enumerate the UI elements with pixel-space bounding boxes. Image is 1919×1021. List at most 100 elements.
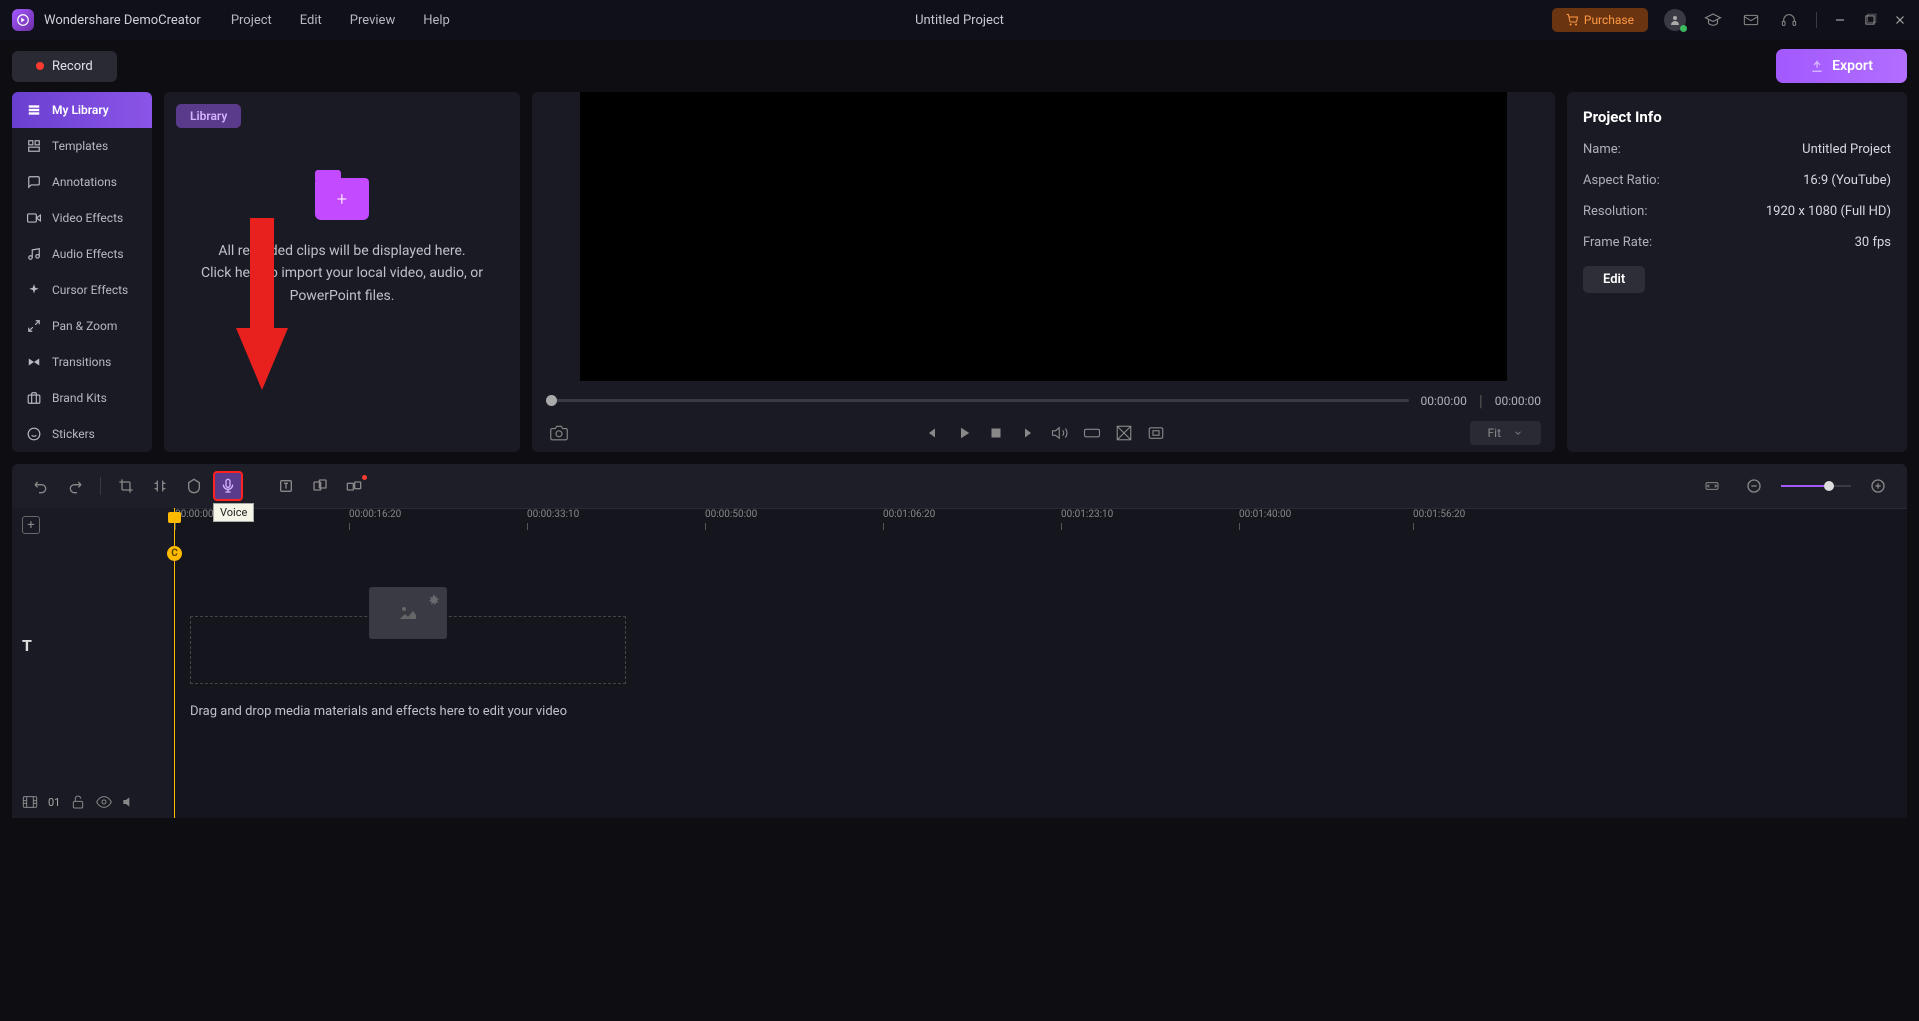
sidebar-brand-kits[interactable]: Brand Kits — [12, 380, 152, 416]
toolbar: Record Export — [0, 40, 1919, 92]
video-effects-icon — [26, 210, 42, 226]
group-button[interactable] — [305, 471, 335, 501]
preview-video[interactable] — [580, 92, 1507, 381]
redo-button[interactable] — [60, 471, 90, 501]
minimize-icon[interactable] — [1833, 13, 1847, 27]
volume-icon[interactable] — [1051, 424, 1069, 442]
transitions-icon — [26, 354, 42, 370]
prev-frame-icon[interactable] — [923, 424, 941, 442]
undo-button[interactable] — [26, 471, 56, 501]
drop-zone[interactable]: Drag and drop media materials and effect… — [190, 616, 1889, 719]
sidebar: My Library Templates Annotations Video E… — [12, 92, 152, 452]
add-track-button[interactable]: + — [22, 516, 40, 534]
fit-timeline-button[interactable] — [1697, 471, 1727, 501]
maximize-icon[interactable] — [1863, 13, 1877, 27]
marker-button[interactable] — [179, 471, 209, 501]
timeline-toolbar: Voice — [12, 464, 1907, 508]
chevron-down-icon — [1513, 428, 1523, 438]
annotation-arrow — [236, 218, 288, 390]
close-icon[interactable] — [1893, 13, 1907, 27]
play-icon[interactable] — [955, 424, 973, 442]
academy-icon[interactable] — [1702, 9, 1724, 31]
library-tag[interactable]: Library — [176, 104, 241, 128]
templates-icon — [26, 138, 42, 154]
playhead[interactable]: C — [174, 508, 175, 818]
film-icon[interactable] — [22, 794, 38, 810]
preview-panel: 00:00:00 | 00:00:00 Fit — [532, 92, 1555, 452]
ungroup-button[interactable] — [339, 471, 369, 501]
visibility-icon[interactable] — [96, 794, 112, 810]
snapshot-icon[interactable] — [550, 424, 568, 442]
edit-button[interactable]: Edit — [1583, 266, 1645, 293]
timeline-area: + T 01 C 00:00:00:00 00:00:16:20 00:00:3… — [12, 508, 1907, 818]
drop-hint: Drag and drop media materials and effect… — [190, 704, 1889, 719]
next-frame-icon[interactable] — [1019, 424, 1037, 442]
fullscreen-icon[interactable] — [1147, 424, 1165, 442]
sidebar-my-library[interactable]: My Library — [12, 92, 152, 128]
mute-icon[interactable] — [122, 794, 138, 810]
timeline-track-header: + T 01 — [12, 508, 172, 818]
sidebar-cursor-effects[interactable]: Cursor Effects — [12, 272, 152, 308]
split-button[interactable] — [145, 471, 175, 501]
export-button[interactable]: Export — [1776, 49, 1907, 83]
sidebar-video-effects[interactable]: Video Effects — [12, 200, 152, 236]
zoom-out-button[interactable] — [1739, 471, 1769, 501]
menu-help[interactable]: Help — [423, 13, 450, 28]
project-title: Untitled Project — [915, 13, 1004, 28]
sidebar-transitions[interactable]: Transitions — [12, 344, 152, 380]
library-hint-1: All recorded clips will be displayed her… — [176, 240, 508, 262]
sidebar-stickers[interactable]: Stickers — [12, 416, 152, 452]
export-icon — [1810, 59, 1824, 73]
stop-icon[interactable] — [987, 424, 1005, 442]
cart-icon — [1566, 14, 1578, 26]
sidebar-templates[interactable]: Templates — [12, 128, 152, 164]
text-button[interactable] — [271, 471, 301, 501]
notification-dot — [362, 475, 367, 480]
preview-slider[interactable]: 00:00:00 | 00:00:00 — [546, 391, 1541, 410]
menu-project[interactable]: Project — [231, 13, 272, 28]
time-total: 00:00:00 — [1495, 394, 1541, 408]
voice-tooltip: Voice — [213, 503, 254, 522]
app-logo — [12, 9, 34, 31]
quality-icon[interactable] — [1083, 424, 1101, 442]
menu-bar: Project Edit Preview Help — [231, 13, 450, 28]
crop-button[interactable] — [111, 471, 141, 501]
library-hint-2: Click here to import your local video, a… — [176, 262, 508, 307]
library-icon — [26, 102, 42, 118]
user-icon — [1669, 14, 1681, 26]
sidebar-pan-zoom[interactable]: Pan & Zoom — [12, 308, 152, 344]
user-avatar[interactable] — [1664, 9, 1686, 31]
headset-icon[interactable] — [1778, 9, 1800, 31]
app-name: Wondershare DemoCreator — [44, 13, 201, 28]
media-thumb-icon — [369, 587, 447, 639]
track-count: 01 — [48, 796, 60, 809]
sidebar-audio-effects[interactable]: Audio Effects — [12, 236, 152, 272]
purchase-button[interactable]: Purchase — [1552, 8, 1648, 32]
stickers-icon — [26, 426, 42, 442]
time-current: 00:00:00 — [1421, 394, 1467, 408]
menu-edit[interactable]: Edit — [300, 13, 322, 28]
mail-icon[interactable] — [1740, 9, 1762, 31]
grid-icon[interactable] — [1115, 424, 1133, 442]
sidebar-annotations[interactable]: Annotations — [12, 164, 152, 200]
zoom-slider[interactable] — [1781, 485, 1851, 487]
menu-preview[interactable]: Preview — [350, 13, 395, 28]
zoom-in-button[interactable] — [1863, 471, 1893, 501]
annotations-icon — [26, 174, 42, 190]
brand-kits-icon — [26, 390, 42, 406]
text-track-icon[interactable]: T — [12, 628, 172, 663]
title-bar: Wondershare DemoCreator Project Edit Pre… — [0, 0, 1919, 40]
pan-zoom-icon — [26, 318, 42, 334]
lock-icon[interactable] — [70, 794, 86, 810]
info-panel: Project Info Name:Untitled Project Aspec… — [1567, 92, 1907, 452]
audio-effects-icon — [26, 246, 42, 262]
voice-button[interactable]: Voice — [213, 471, 243, 501]
import-folder-icon[interactable]: + — [315, 178, 369, 220]
record-button[interactable]: Record — [12, 51, 117, 82]
cursor-effects-icon — [26, 282, 42, 298]
record-dot-icon — [36, 62, 44, 70]
library-panel: Library + All recorded clips will be dis… — [164, 92, 520, 452]
timeline-body[interactable]: C 00:00:00:00 00:00:16:20 00:00:33:10 00… — [172, 508, 1907, 818]
fit-dropdown[interactable]: Fit — [1470, 421, 1541, 445]
timeline-ruler[interactable]: 00:00:00:00 00:00:16:20 00:00:33:10 00:0… — [172, 508, 1907, 536]
